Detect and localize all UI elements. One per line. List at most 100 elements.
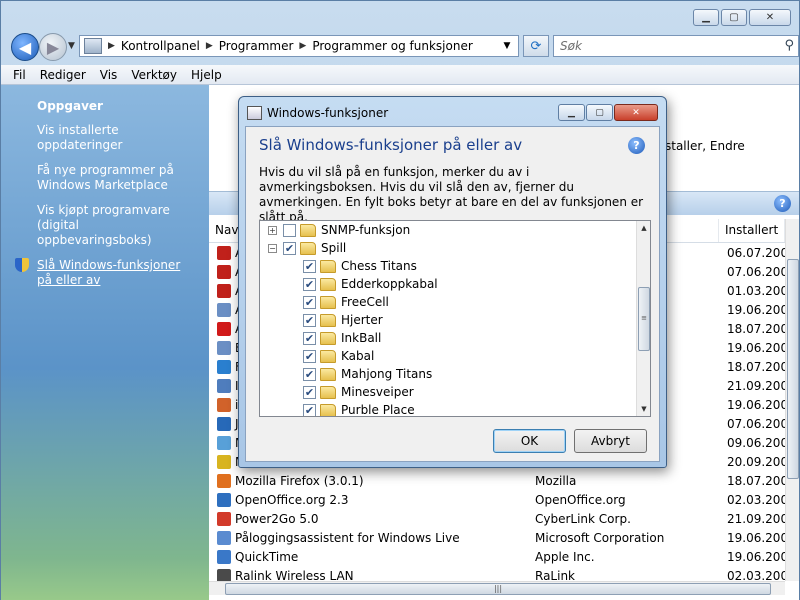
table-row[interactable]: Power2Go 5.0 CyberLink Corp. 21.09.2007: [209, 509, 785, 528]
feature-checkbox[interactable]: ✔: [303, 331, 316, 345]
program-icon: [217, 511, 231, 526]
back-button[interactable]: ◀: [11, 33, 39, 61]
table-row[interactable]: Påloggingsassistent for Windows Live Micr…: [209, 528, 785, 547]
program-icon: [217, 568, 231, 581]
dialog-minimize-button[interactable]: ▁: [558, 104, 585, 121]
search-input[interactable]: Søk ⚲: [553, 35, 799, 57]
program-install-date: 20.09.2007: [727, 454, 785, 469]
feature-checkbox[interactable]: ✔: [303, 295, 316, 309]
program-install-date: 19.06.2008: [727, 549, 785, 564]
program-install-date: 19.06.2008: [727, 302, 785, 317]
tree-item[interactable]: ✔ Edderkoppkabal: [260, 275, 638, 293]
collapse-icon[interactable]: −: [268, 243, 277, 253]
tree-item[interactable]: ✔ FreeCell: [260, 293, 638, 311]
breadcrumb-programs[interactable]: Programmer: [215, 39, 298, 53]
recent-pages-dropdown[interactable]: ▼: [68, 41, 75, 51]
scroll-down-icon[interactable]: ▼: [637, 402, 650, 416]
menu-help[interactable]: Hjelp: [191, 68, 222, 82]
menu-edit[interactable]: Rediger: [40, 68, 86, 82]
feature-label: InkBall: [341, 331, 382, 345]
dialog-help-icon[interactable]: ?: [628, 137, 645, 154]
feature-checkbox[interactable]: ✔: [303, 277, 316, 291]
feature-checkbox[interactable]: ✔: [283, 241, 296, 255]
program-name: QuickTime: [235, 549, 299, 564]
program-install-date: 21.09.2007: [727, 378, 785, 393]
navigation-bar: ◀ ▶ ▼ ▶ Kontrollpanel ▶ Programmer ▶ Pro…: [9, 31, 799, 63]
dialog-close-button[interactable]: ✕: [614, 104, 658, 121]
tree-item[interactable]: ✔ Minesveiper: [260, 383, 638, 401]
list-horizontal-scrollbar[interactable]: |||: [209, 581, 785, 595]
expand-icon[interactable]: +: [268, 225, 277, 235]
task-pane: Oppgaver Vis installerte oppdateringer F…: [1, 85, 209, 600]
task-view-updates[interactable]: Vis installerte oppdateringer: [37, 123, 197, 153]
feature-checkbox[interactable]: ✔: [303, 313, 316, 327]
tree-scrollbar[interactable]: ▲ ≡ ▼: [636, 221, 650, 416]
program-publisher: OpenOffice.org: [535, 492, 626, 507]
feature-label: Chess Titans: [341, 259, 417, 273]
feature-label: Spill: [321, 241, 347, 255]
windows-features-dialog: Windows-funksjoner ▁ ▢ ✕ Slå Windows-fun…: [238, 96, 667, 468]
program-icon: [217, 302, 231, 317]
dialog-maximize-button[interactable]: ▢: [586, 104, 613, 121]
feature-checkbox[interactable]: ✔: [303, 259, 316, 273]
minimize-button[interactable]: ▁: [693, 9, 719, 26]
program-install-date: 19.06.2008: [727, 530, 785, 545]
cancel-button[interactable]: Avbryt: [574, 429, 647, 453]
program-icon: [217, 473, 231, 488]
table-row[interactable]: QuickTime Apple Inc. 19.06.2008: [209, 547, 785, 566]
program-install-date: 19.06.2008: [727, 340, 785, 355]
menu-tools[interactable]: Verktøy: [131, 68, 177, 82]
tree-item[interactable]: ✔ InkBall: [260, 329, 638, 347]
task-windows-features[interactable]: Slå Windows-funksjoner på eller av: [15, 258, 197, 288]
ok-button[interactable]: OK: [493, 429, 566, 453]
program-install-date: 06.07.2008: [727, 245, 785, 260]
help-icon[interactable]: ?: [774, 195, 791, 212]
feature-checkbox[interactable]: ✔: [303, 385, 316, 399]
program-publisher: Mozilla: [535, 473, 577, 488]
program-install-date: 02.03.2008: [727, 492, 785, 507]
feature-checkbox[interactable]: ✔: [303, 403, 316, 416]
tree-item[interactable]: ✔ Purble Place: [260, 401, 638, 416]
search-icon[interactable]: ⚲: [784, 38, 794, 53]
menu-view[interactable]: Vis: [100, 68, 118, 82]
breadcrumb-programs-features[interactable]: Programmer og funksjoner: [308, 39, 476, 53]
feature-label: Kabal: [341, 349, 375, 363]
task-digital-locker[interactable]: Vis kjøpt programvare (digital oppbevari…: [37, 203, 197, 248]
window-titlebar: ▁ ▢ ✕: [1, 1, 799, 31]
breadcrumb-separator-icon: ▶: [205, 41, 213, 51]
scroll-up-icon[interactable]: ▲: [637, 221, 650, 235]
program-icon: [217, 340, 231, 355]
tree-item[interactable]: ✔ Hjerter: [260, 311, 638, 329]
maximize-button[interactable]: ▢: [721, 9, 747, 26]
feature-checkbox[interactable]: ✔: [303, 349, 316, 363]
address-bar[interactable]: ▶ Kontrollpanel ▶ Programmer ▶ Programme…: [79, 35, 519, 57]
column-installed[interactable]: Installert: [719, 219, 785, 242]
forward-button[interactable]: ▶: [39, 33, 67, 61]
table-row[interactable]: OpenOffice.org 2.3 OpenOffice.org 02.03.20…: [209, 490, 785, 509]
close-button[interactable]: ✕: [749, 9, 791, 26]
program-icon: [217, 321, 231, 336]
tree-item[interactable]: − ✔ Spill: [260, 239, 638, 257]
feature-checkbox[interactable]: [283, 223, 296, 237]
program-icon: [217, 283, 231, 298]
feature-checkbox[interactable]: ✔: [303, 367, 316, 381]
tree-item[interactable]: ✔ Kabal: [260, 347, 638, 365]
program-install-date: 01.03.2008: [727, 283, 785, 298]
task-marketplace[interactable]: Få nye programmer på Windows Marketplace: [37, 163, 197, 193]
address-dropdown-icon[interactable]: ▼: [498, 38, 516, 54]
program-publisher: RaLink: [535, 568, 576, 582]
program-name: OpenOffice.org 2.3: [235, 492, 349, 507]
program-install-date: 02.03.2008: [727, 568, 785, 582]
menu-file[interactable]: Fil: [13, 68, 26, 82]
refresh-button[interactable]: ⟳: [523, 35, 549, 57]
table-row[interactable]: Ralink Wireless LAN RaLink 02.03.2008: [209, 566, 785, 581]
tree-item[interactable]: ✔ Chess Titans: [260, 257, 638, 275]
feature-label: Hjerter: [341, 313, 383, 327]
list-vertical-scrollbar[interactable]: [785, 219, 799, 581]
tree-item[interactable]: ✔ Mahjong Titans: [260, 365, 638, 383]
tree-item[interactable]: + SNMP-funksjon: [260, 221, 638, 239]
table-row[interactable]: Mozilla Firefox (3.0.1) Mozilla 18.07.2008: [209, 471, 785, 490]
breadcrumb-control-panel[interactable]: Kontrollpanel: [117, 39, 204, 53]
program-icon: [217, 397, 231, 412]
tasks-heading: Oppgaver: [37, 99, 103, 113]
